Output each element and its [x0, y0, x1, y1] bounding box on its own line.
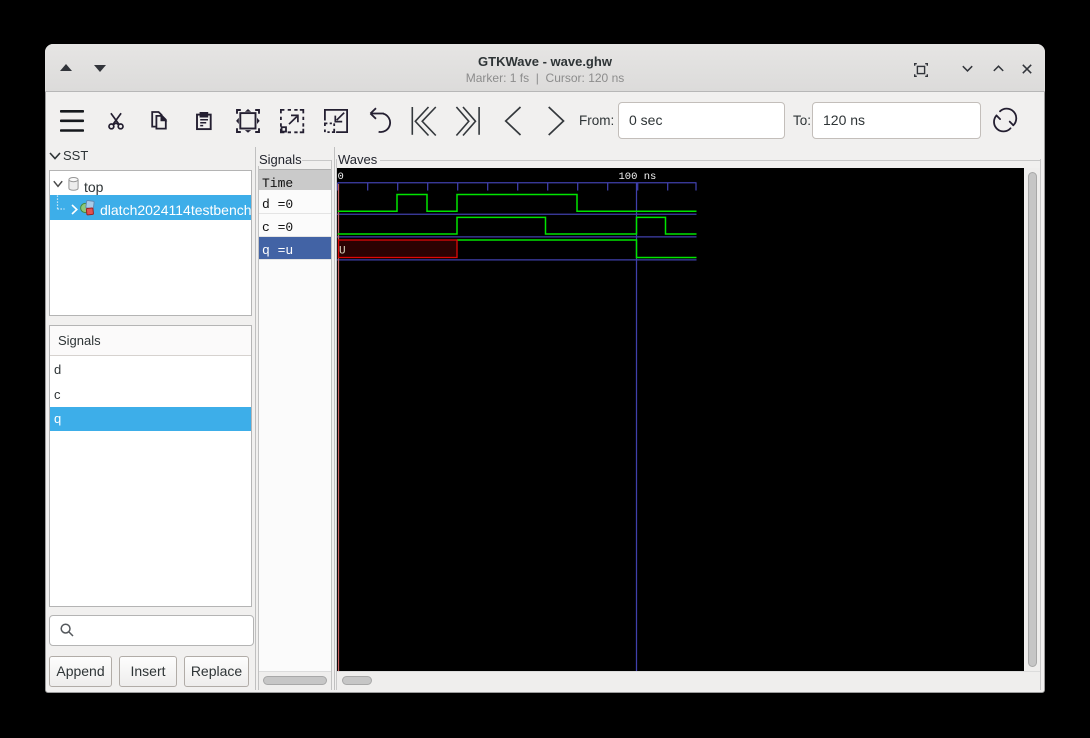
svg-text:U: U — [339, 246, 346, 258]
svg-text:0: 0 — [338, 171, 344, 183]
svg-text:100 ns: 100 ns — [619, 171, 657, 183]
